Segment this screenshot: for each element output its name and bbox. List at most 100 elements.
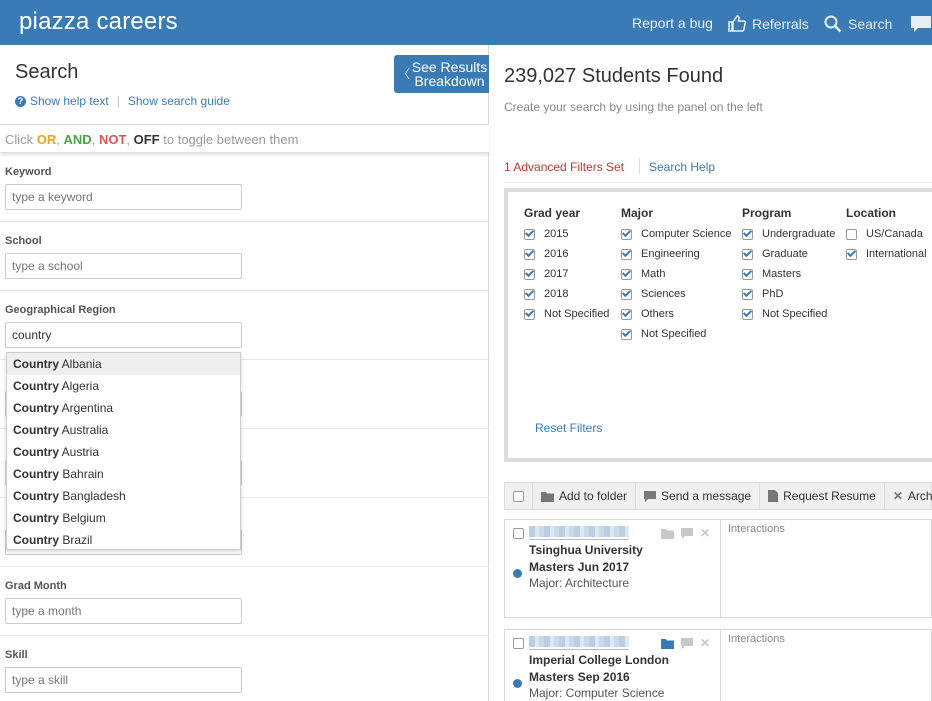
checkbox[interactable]: [621, 288, 632, 300]
checkbox[interactable]: [742, 228, 753, 240]
dropdown-option[interactable]: Country Albania: [7, 353, 240, 375]
filter-option[interactable]: 2018: [524, 284, 609, 304]
referrals-link[interactable]: Referrals: [728, 15, 809, 32]
report-bug-link[interactable]: Report a bug: [632, 15, 713, 31]
checkbox[interactable]: [742, 268, 753, 280]
show-guide-link[interactable]: Show search guide: [128, 94, 230, 108]
checkbox[interactable]: [846, 228, 857, 240]
chat-icon: [910, 15, 932, 33]
school-input[interactable]: [5, 253, 242, 279]
checkbox[interactable]: [742, 308, 753, 320]
select-all[interactable]: [505, 483, 533, 509]
student-school: Imperial College London: [529, 653, 670, 667]
dropdown-option[interactable]: Country Australia: [7, 419, 240, 441]
close-icon[interactable]: ✕: [700, 636, 710, 650]
toggle-hint-suffix: to toggle between them: [163, 132, 299, 147]
close-icon[interactable]: ✕: [700, 526, 710, 540]
help-links: ? Show help text | Show search guide: [15, 94, 230, 108]
brand-logo[interactable]: piazza careers: [19, 8, 178, 36]
checkbox[interactable]: [524, 308, 535, 320]
select-all-checkbox[interactable]: [513, 490, 524, 502]
grad-month-input[interactable]: [5, 598, 242, 624]
advanced-filters-link[interactable]: 1 Advanced Filters Set: [504, 160, 624, 174]
keyword-input[interactable]: [5, 184, 242, 210]
filter-option-label: 2018: [544, 288, 569, 300]
filter-option[interactable]: 2017: [524, 264, 609, 284]
archive-button[interactable]: ✕ Archi: [885, 483, 932, 509]
student-card[interactable]: Tsinghua University Masters Jun 2017 Maj…: [504, 519, 932, 618]
option-prefix: Country: [13, 357, 59, 371]
results-count: 239,027 Students Found: [504, 65, 724, 87]
reset-filters-link[interactable]: Reset Filters: [535, 421, 602, 435]
filter-option[interactable]: 2016: [524, 244, 609, 264]
option-prefix: Country: [13, 445, 59, 459]
filter-option[interactable]: Undergraduate: [742, 224, 835, 244]
student-checkbox[interactable]: [513, 528, 524, 539]
status-dot: [513, 569, 522, 578]
show-help-link[interactable]: Show help text: [30, 94, 109, 108]
filter-option[interactable]: Graduate: [742, 244, 835, 264]
filter-column-location: Location US/Canada International: [846, 206, 927, 264]
filter-option[interactable]: Math: [621, 264, 732, 284]
message-icon[interactable]: [681, 637, 693, 649]
chat-link[interactable]: [910, 15, 932, 33]
link-separator: |: [116, 94, 120, 108]
filter-option[interactable]: 2015: [524, 224, 609, 244]
filter-option-label: International: [866, 248, 927, 260]
dropdown-option[interactable]: Country Argentina: [7, 397, 240, 419]
region-input[interactable]: [5, 322, 242, 348]
checkbox[interactable]: [621, 308, 632, 320]
checkbox[interactable]: [742, 288, 753, 300]
add-to-folder-button[interactable]: Add to folder: [533, 483, 637, 509]
search-help-link[interactable]: Search Help: [649, 160, 715, 174]
filter-option[interactable]: Sciences: [621, 284, 732, 304]
request-resume-button[interactable]: Request Resume: [760, 483, 885, 509]
dropdown-option[interactable]: Country Austria: [7, 441, 240, 463]
see-results-breakdown-button[interactable]: 〈 See Results Breakdown: [394, 55, 489, 93]
interactions-label: Interactions: [728, 523, 785, 535]
checkbox[interactable]: [621, 268, 632, 280]
dropdown-option[interactable]: Country Bangladesh: [7, 485, 240, 507]
checkbox[interactable]: [524, 228, 535, 240]
filter-option[interactable]: Engineering: [621, 244, 732, 264]
checkbox[interactable]: [524, 288, 535, 300]
filter-option-label: 2017: [544, 268, 569, 280]
filter-option[interactable]: Masters: [742, 264, 835, 284]
folder-icon[interactable]: [661, 638, 674, 649]
search-link[interactable]: Search: [824, 15, 892, 33]
archive-label: Archi: [907, 489, 932, 503]
student-card[interactable]: Imperial College London Masters Sep 2016…: [504, 629, 932, 701]
checkbox[interactable]: [621, 248, 632, 260]
dropdown-option[interactable]: Country Belgium: [7, 507, 240, 529]
skill-field-group: Skill: [0, 636, 489, 701]
filter-option[interactable]: Computer Science: [621, 224, 732, 244]
option-prefix: Country: [13, 401, 59, 415]
dropdown-option[interactable]: Country Algeria: [7, 375, 240, 397]
filter-option-label: Graduate: [762, 248, 808, 260]
dropdown-option[interactable]: Country Bahrain: [7, 463, 240, 485]
checkbox[interactable]: [524, 248, 535, 260]
option-prefix: Country: [13, 511, 59, 525]
checkbox[interactable]: [621, 228, 632, 240]
filter-option[interactable]: PhD: [742, 284, 835, 304]
folder-icon[interactable]: [661, 528, 674, 539]
dropdown-option[interactable]: Country Brazil: [7, 529, 240, 549]
filter-option[interactable]: Not Specified: [524, 304, 609, 324]
checkbox[interactable]: [846, 248, 857, 260]
filter-option[interactable]: US/Canada: [846, 224, 927, 244]
filter-option[interactable]: Not Specified: [621, 324, 732, 344]
send-message-button[interactable]: Send a message: [636, 483, 761, 509]
filter-option[interactable]: International: [846, 244, 927, 264]
filter-option[interactable]: Others: [621, 304, 732, 324]
option-prefix: Country: [13, 489, 59, 503]
skill-input[interactable]: [5, 667, 242, 693]
checkbox[interactable]: [742, 248, 753, 260]
filter-option[interactable]: Not Specified: [742, 304, 835, 324]
checkbox[interactable]: [524, 268, 535, 280]
checkbox[interactable]: [621, 328, 632, 340]
toggle-off: OFF: [133, 132, 160, 147]
student-checkbox[interactable]: [513, 638, 524, 649]
option-prefix: Country: [13, 533, 59, 547]
message-icon[interactable]: [681, 527, 693, 539]
chevron-left-icon: 〈: [398, 67, 411, 81]
